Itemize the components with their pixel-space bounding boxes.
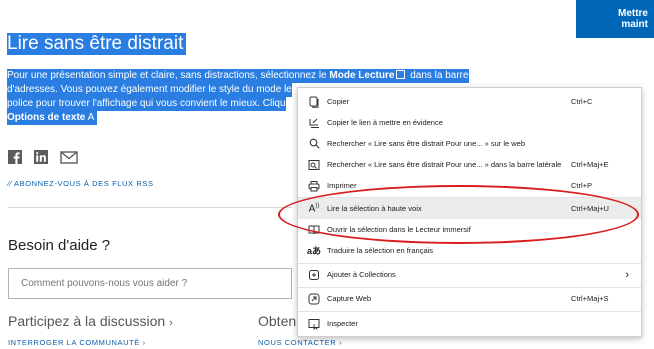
menu-item-inspect[interactable]: Inspecter bbox=[298, 313, 641, 334]
linkedin-icon[interactable] bbox=[34, 149, 48, 165]
obtain-heading: Obten bbox=[258, 313, 297, 329]
article-title: Lire sans être distrait bbox=[7, 33, 187, 55]
menu-item-print[interactable]: Imprimer Ctrl+P bbox=[298, 175, 641, 196]
chevron-right-icon: › bbox=[625, 268, 629, 281]
reading-mode-icon bbox=[396, 70, 406, 79]
paragraph-line-4: Options de texte A bbox=[7, 111, 98, 125]
rss-link[interactable]: ⁄⁄ ABONNEZ-VOUS À DES FLUX RSS bbox=[8, 179, 154, 188]
menu-separator bbox=[298, 311, 641, 312]
inspect-icon bbox=[307, 317, 321, 331]
contact-us-link[interactable]: NOUS CONTACTER › bbox=[258, 338, 342, 347]
paragraph-line-2: d'adresses. Vous pouvez également modifi… bbox=[7, 83, 292, 97]
share-bar bbox=[8, 148, 78, 166]
menu-item-read-aloud[interactable]: A)) Lire la sélection à haute voix Ctrl+… bbox=[298, 198, 641, 219]
sidebar-search-icon bbox=[307, 158, 321, 172]
web-capture-icon bbox=[307, 292, 321, 306]
paragraph-line-3: police pour trouver l'affichage qui vous… bbox=[7, 97, 286, 111]
update-button-line1: Mettre bbox=[617, 8, 648, 19]
paragraph-line-1: Pour une présentation simple et claire, … bbox=[7, 69, 469, 83]
menu-item-copy[interactable]: Copier Ctrl+C bbox=[298, 91, 641, 112]
context-menu: Copier Ctrl+C Copier le lien à mettre en… bbox=[297, 87, 642, 337]
menu-item-add-to-collections[interactable]: Ajouter à Collections › bbox=[298, 264, 641, 285]
menu-item-copy-highlight-link[interactable]: Copier le lien à mettre en évidence bbox=[298, 112, 641, 133]
copy-icon bbox=[307, 95, 321, 109]
discussion-heading: Participez à la discussion › bbox=[8, 313, 173, 329]
menu-item-web-capture[interactable]: Capture Web Ctrl+Maj+S bbox=[298, 288, 641, 309]
ask-community-link[interactable]: INTERROGER LA COMMUNAUTÉ › bbox=[8, 338, 146, 347]
section-divider bbox=[8, 207, 292, 208]
update-button-line2: maint bbox=[621, 19, 648, 30]
help-search-input[interactable] bbox=[8, 268, 292, 299]
text-options-icon: A bbox=[87, 112, 95, 123]
translate-icon: aあ bbox=[307, 246, 322, 256]
email-icon[interactable] bbox=[60, 149, 78, 165]
link-highlight-icon bbox=[307, 116, 321, 130]
menu-item-translate[interactable]: aあ Traduire la sélection en français bbox=[298, 240, 641, 261]
facebook-icon[interactable] bbox=[8, 149, 22, 165]
help-heading: Besoin d'aide ? bbox=[8, 237, 111, 254]
print-icon bbox=[307, 179, 321, 193]
menu-item-search-web[interactable]: Rechercher « Lire sans être distrait Pou… bbox=[298, 133, 641, 154]
immersive-reader-icon bbox=[307, 223, 321, 237]
read-aloud-icon: A)) bbox=[308, 202, 320, 215]
update-now-button[interactable]: Mettre maint bbox=[576, 0, 654, 38]
collections-icon bbox=[307, 268, 321, 282]
search-icon bbox=[307, 137, 321, 151]
menu-item-immersive-reader[interactable]: Ouvrir la sélection dans le Lecteur imme… bbox=[298, 219, 641, 240]
menu-item-search-sidebar[interactable]: Rechercher « Lire sans être distrait Pou… bbox=[298, 154, 641, 175]
